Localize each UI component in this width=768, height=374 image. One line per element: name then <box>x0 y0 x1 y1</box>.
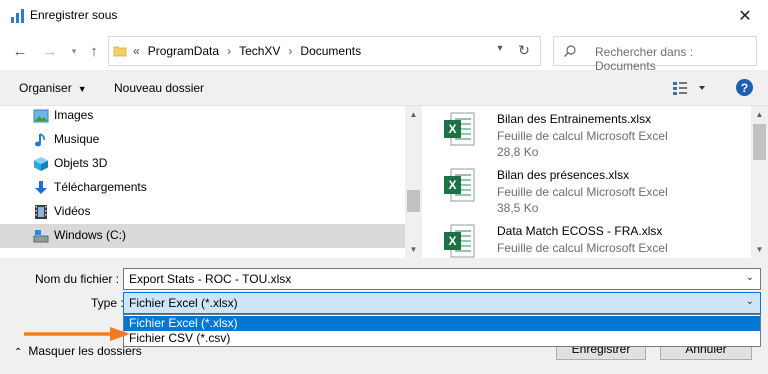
recent-locations-button[interactable]: ▾ <box>66 42 82 60</box>
nav-item-videos[interactable]: Vidéos <box>0 200 405 224</box>
help-button[interactable]: ? <box>736 79 753 96</box>
search-icon <box>564 45 576 57</box>
address-row: ← → ▾ ↑ « ProgramData › TechXV › Documen… <box>0 32 768 73</box>
nav-item-windows-drive[interactable]: Windows (C:) <box>0 224 405 248</box>
drive-icon <box>33 230 49 243</box>
app-icon <box>11 9 24 23</box>
nav-item-label: Musique <box>54 132 100 146</box>
file-type-option-xlsx[interactable]: Fichier Excel (*.xlsx) <box>124 316 760 331</box>
file-type-value: Fichier Excel (*.xlsx) <box>129 296 238 310</box>
breadcrumb-item[interactable]: TechXV <box>239 44 280 58</box>
arrow-up-icon: ↑ <box>90 42 98 60</box>
excel-file-icon: X <box>444 112 475 146</box>
file-size: 38,5 Ko <box>497 201 539 215</box>
save-form: Nom du fichier : Export Stats - ROC - TO… <box>0 258 768 374</box>
command-toolbar: Organiser ▼ Nouveau dossier ? <box>0 70 768 106</box>
breadcrumb: « ProgramData › TechXV › Documents <box>133 44 361 58</box>
filename-field[interactable]: Export Stats - ROC - TOU.xlsx ⌄ <box>123 268 761 290</box>
svg-text:X: X <box>448 122 456 136</box>
close-icon: ✕ <box>738 8 752 25</box>
chevron-down-icon[interactable]: ⌄ <box>746 272 754 283</box>
navigation-scrollbar[interactable]: ▲ ▼ <box>405 106 422 258</box>
images-icon <box>33 109 49 123</box>
scroll-up-icon[interactable]: ▲ <box>751 106 768 123</box>
refresh-icon: ↻ <box>518 42 530 58</box>
file-name: Bilan des Entrainements.xlsx <box>497 112 652 126</box>
window-title: Enregistrer sous <box>30 8 118 22</box>
breadcrumb-item[interactable]: Documents <box>300 44 361 58</box>
nav-item-label: Windows (C:) <box>54 228 127 242</box>
scroll-up-icon[interactable]: ▲ <box>405 106 422 123</box>
breadcrumb-prefix[interactable]: « <box>133 44 140 58</box>
address-bar[interactable]: « ProgramData › TechXV › Documents ▾ ↻ <box>108 36 541 66</box>
list-item[interactable]: X Bilan des Entrainements.xlsx Feuille d… <box>423 106 751 160</box>
downloads-icon <box>35 181 47 194</box>
videos-icon <box>35 205 47 219</box>
file-type: Feuille de calcul Microsoft Excel <box>497 129 668 143</box>
search-input[interactable]: Rechercher dans : Documents <box>595 45 756 73</box>
chevron-up-icon: ⌃ <box>14 347 23 358</box>
file-type: Feuille de calcul Microsoft Excel <box>497 241 668 255</box>
arrow-right-icon: → <box>42 42 58 60</box>
chevron-down-icon: ▾ <box>71 45 77 56</box>
svg-text:X: X <box>448 178 456 192</box>
file-size: 28,8 Ko <box>497 145 539 159</box>
help-icon: ? <box>740 80 749 95</box>
file-list: X Bilan des Entrainements.xlsx Feuille d… <box>423 106 751 258</box>
file-list-scrollbar[interactable]: ▲ ▼ <box>751 106 768 258</box>
nav-item-images[interactable]: Images <box>0 106 405 128</box>
chevron-down-icon[interactable]: ⌄ <box>746 296 754 307</box>
nav-item-downloads[interactable]: Téléchargements <box>0 176 405 200</box>
chevron-right-icon: › <box>288 44 293 58</box>
search-box[interactable]: Rechercher dans : Documents <box>553 36 757 73</box>
file-type-option-csv[interactable]: Fichier CSV (*.csv) <box>124 331 760 346</box>
annotation-arrow <box>24 327 130 341</box>
file-type-select[interactable]: Fichier Excel (*.xlsx) ⌄ <box>123 292 761 314</box>
svg-text:X: X <box>448 234 456 248</box>
arrow-left-icon: ← <box>12 42 28 60</box>
filename-value: Export Stats - ROC - TOU.xlsx <box>129 272 292 286</box>
new-folder-button[interactable]: Nouveau dossier <box>114 81 204 95</box>
nav-item-music[interactable]: Musique <box>0 128 405 152</box>
nav-item-label: Vidéos <box>54 204 91 218</box>
scrollbar-thumb[interactable] <box>407 190 420 212</box>
file-type-dropdown-list: Fichier Excel (*.xlsx) Fichier CSV (*.cs… <box>123 314 761 347</box>
scroll-down-icon[interactable]: ▼ <box>751 241 768 258</box>
forward-button[interactable]: → <box>42 42 58 60</box>
file-type: Feuille de calcul Microsoft Excel <box>497 185 668 199</box>
excel-file-icon: X <box>444 224 475 258</box>
view-options-icon[interactable] <box>672 80 712 96</box>
filename-label: Nom du fichier : <box>35 272 120 286</box>
file-name: Bilan des présences.xlsx <box>497 168 630 182</box>
breadcrumb-item[interactable]: ProgramData <box>148 44 219 58</box>
type-label: Type : <box>91 296 124 310</box>
3d-objects-icon <box>34 157 48 171</box>
folder-icon <box>113 46 127 57</box>
back-button[interactable]: ← <box>12 42 28 60</box>
chevron-down-icon: ▼ <box>77 84 87 94</box>
nav-item-3d-objects[interactable]: Objets 3D <box>0 152 405 176</box>
excel-file-icon: X <box>444 168 475 202</box>
file-name: Data Match ECOSS - FRA.xlsx <box>497 224 663 238</box>
scroll-down-icon[interactable]: ▼ <box>405 241 422 258</box>
chevron-down-icon: ▾ <box>497 43 503 54</box>
list-item[interactable]: X Bilan des présences.xlsx Feuille de ca… <box>423 162 751 216</box>
music-icon <box>35 133 45 147</box>
organize-label: Organiser <box>19 81 72 95</box>
address-dropdown-button[interactable]: ▾ <box>492 43 508 59</box>
chevron-right-icon: › <box>227 44 232 58</box>
organize-button[interactable]: Organiser ▼ <box>19 81 87 95</box>
list-item[interactable]: X Data Match ECOSS - FRA.xlsx Feuille de… <box>423 218 751 258</box>
refresh-button[interactable]: ↻ <box>514 42 534 60</box>
navigation-pane: Images Musique Objets 3D Téléchargements <box>0 106 405 258</box>
nav-item-label: Téléchargements <box>54 180 147 194</box>
title-bar: Enregistrer sous ✕ <box>0 0 768 32</box>
up-button[interactable]: ↑ <box>86 42 102 60</box>
nav-item-label: Images <box>54 108 94 122</box>
close-button[interactable]: ✕ <box>722 0 768 32</box>
nav-item-label: Objets 3D <box>54 156 108 170</box>
scrollbar-thumb[interactable] <box>753 124 766 160</box>
